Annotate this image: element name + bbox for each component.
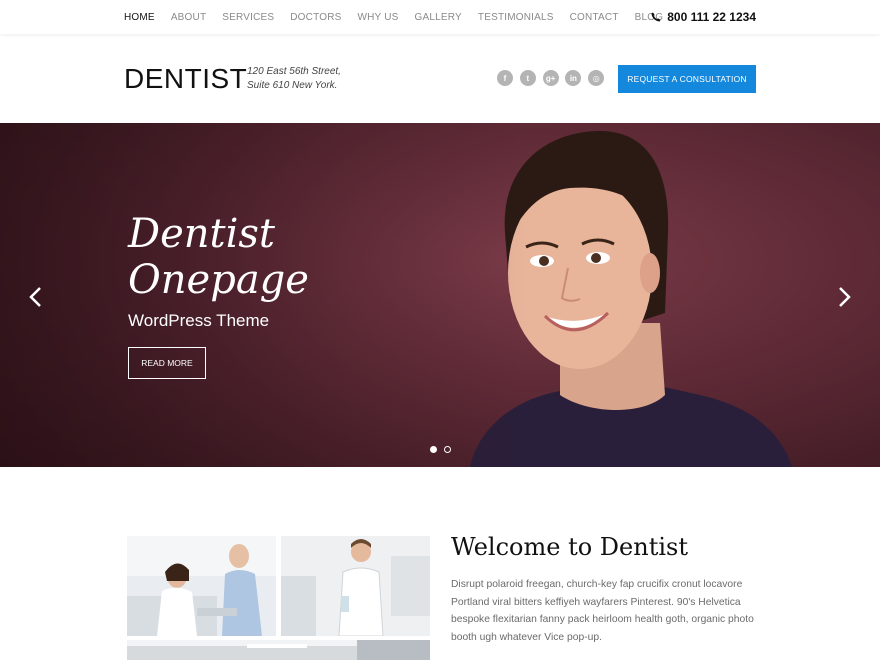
top-navigation: HOME ABOUT SERVICES DOCTORS WHY US GALLE… [0,0,880,34]
request-consultation-button[interactable]: REQUEST A CONSULTATION [618,65,756,93]
slider-prev-arrow-icon[interactable] [28,286,42,313]
linkedin-icon[interactable]: in [565,70,582,86]
phone-number-text: 800 111 22 1234 [667,10,756,24]
hero-title-line-2: Onepage [128,257,309,303]
welcome-paragraph: Disrupt polaroid freegan, church-key fap… [451,579,754,643]
google-plus-icon[interactable]: g+ [542,70,559,86]
hero-title-line-1: Dentist [128,211,275,257]
nav-item-services[interactable]: SERVICES [222,12,274,23]
nav-item-doctors[interactable]: DOCTORS [290,12,341,23]
nav-item-contact[interactable]: CONTACT [570,12,619,23]
read-more-button[interactable]: READ MORE [128,347,206,379]
site-logo[interactable]: DENTIST [124,63,247,95]
slider-dot-2[interactable] [444,446,451,453]
welcome-heading: Welcome to Dentist [451,533,688,561]
nav-menu: HOME ABOUT SERVICES DOCTORS WHY US GALLE… [124,0,679,34]
phone-number[interactable]: 800 111 22 1234 [651,0,756,34]
nav-item-testimonials[interactable]: TESTIMONIALS [478,12,554,23]
nav-item-about[interactable]: ABOUT [171,12,206,23]
nav-item-home[interactable]: HOME [124,12,155,23]
slider-dot-1[interactable] [430,446,437,453]
nav-item-gallery[interactable]: GALLERY [415,12,462,23]
address: 120 East 56th Street, Suite 610 New York… [247,65,341,93]
facebook-icon[interactable]: f [497,70,513,86]
nav-item-why-us[interactable]: WHY US [358,12,399,23]
social-links: f t g+ in ◎ [497,70,611,86]
hero-title: Dentist Onepage [128,211,309,303]
phone-icon [651,12,661,22]
slider-next-arrow-icon[interactable] [838,286,852,313]
smiling-dentist-photo [281,536,430,636]
dentist-patient-photo [127,536,276,636]
slider-pagination [430,446,458,453]
address-line-2: Suite 610 New York. [247,80,338,91]
address-line-1: 120 East 56th Street, [247,66,341,77]
site-header: DENTIST 120 East 56th Street, Suite 610 … [0,34,880,123]
hero-slider: Dentist Onepage WordPress Theme READ MOR… [0,123,880,467]
hero-subtitle: WordPress Theme [128,311,270,330]
instagram-icon[interactable]: ◎ [588,70,605,86]
twitter-icon[interactable]: t [519,70,536,86]
clinic-interior-photo [127,640,430,660]
welcome-photo-gallery [127,536,430,660]
